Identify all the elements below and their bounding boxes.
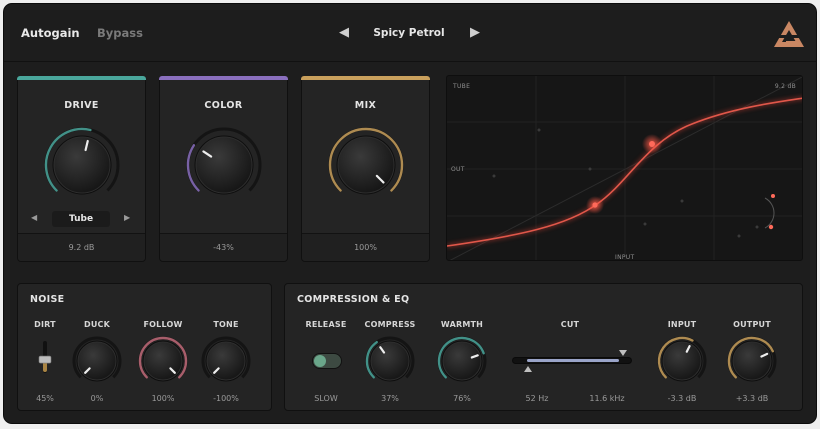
release-toggle[interactable] [312, 353, 342, 369]
duck-label: DUCK [83, 320, 110, 329]
autogain-button[interactable]: Autogain [21, 26, 80, 40]
warmth-knob[interactable] [435, 334, 489, 388]
mix-value: 100% [302, 233, 429, 261]
transfer-curve-graph [447, 76, 802, 260]
knob-body [206, 341, 246, 381]
transfer-curve-display[interactable]: TUBE 9.2 dB OUT INPUT [446, 75, 803, 261]
cut-label: CUT [560, 320, 580, 329]
noise-title: NOISE [30, 294, 65, 305]
next-preset-icon[interactable]: ▶ [470, 25, 480, 40]
output-value: +3.3 dB [735, 394, 769, 403]
drive-title: DRIVE [64, 100, 99, 111]
compress-value: 37% [381, 394, 399, 403]
release-toggle-thumb[interactable] [314, 355, 326, 367]
knob-body [732, 341, 772, 381]
mix-accent-bar [301, 76, 430, 80]
preset-name[interactable]: Spicy Petrol [350, 27, 468, 39]
cut-range-fill [527, 359, 619, 362]
knob-body [442, 341, 482, 381]
warmth-label: WARMTH [440, 320, 484, 329]
knob-body [370, 341, 410, 381]
duck-value: 0% [90, 394, 104, 403]
drive-accent-bar [17, 76, 146, 80]
bypass-button[interactable]: Bypass [97, 26, 143, 40]
output-knob[interactable] [725, 334, 779, 388]
compression-eq-title: COMPRESSION & EQ [297, 294, 410, 305]
drive-mode-selector[interactable]: ◀ Tube ▶ [28, 211, 134, 227]
knob-body [77, 341, 117, 381]
duck-knob[interactable] [70, 334, 124, 388]
header-bar: Autogain Bypass ◀ Spicy Petrol ▶ [4, 4, 816, 62]
tone-knob[interactable] [199, 334, 253, 388]
dirt-label: DIRT [34, 320, 56, 329]
color-value: -43% [160, 233, 287, 261]
dirt-value: 45% [36, 394, 54, 403]
cut-low-value: 52 Hz [525, 394, 549, 403]
dirt-slider[interactable] [38, 340, 52, 374]
mix-title: MIX [354, 100, 377, 111]
tone-value: -100% [213, 394, 239, 403]
drive-knob[interactable] [42, 125, 122, 205]
dirt-slider-thumb [38, 355, 52, 364]
drive-panel: DRIVE ◀ Tube ▶ 9.2 dB [17, 76, 146, 262]
plugin-window: Autogain Bypass ◀ Spicy Petrol ▶ DRIVE ◀… [3, 3, 817, 424]
output-label: OUTPUT [733, 320, 771, 329]
drive-mode-next-icon[interactable]: ▶ [124, 213, 130, 222]
cut-high-value: 11.6 kHz [589, 394, 625, 403]
knob-body [195, 136, 253, 194]
warmth-value: 76% [453, 394, 471, 403]
cut-high-handle-icon[interactable] [619, 350, 627, 356]
cut-low-handle-icon[interactable] [524, 366, 532, 372]
color-title: COLOR [204, 100, 243, 111]
mix-panel: MIX 100% [301, 76, 430, 262]
graph-input-label: INPUT [615, 254, 635, 261]
compress-knob[interactable] [363, 334, 417, 388]
follow-value: 100% [151, 394, 175, 403]
color-panel: COLOR -43% [159, 76, 288, 262]
knob-body [143, 341, 183, 381]
noise-panel: NOISE DIRT 45% DUCK 0% FOLLOW 100% TONE … [17, 283, 272, 411]
compression-eq-panel: COMPRESSION & EQ RELEASE SLOW COMPRESS 3… [284, 283, 803, 411]
tone-label: TONE [213, 320, 239, 329]
mix-knob[interactable] [326, 125, 406, 205]
cut-range-track[interactable] [512, 357, 632, 364]
input-value: -3.3 dB [667, 394, 697, 403]
graph-mode-label: TUBE [453, 83, 471, 90]
input-knob[interactable] [655, 334, 709, 388]
color-accent-bar [159, 76, 288, 80]
graph-out-label: OUT [451, 166, 465, 173]
color-knob[interactable] [184, 125, 264, 205]
release-label: RELEASE [305, 320, 347, 329]
knob-body [662, 341, 702, 381]
drive-mode-value[interactable]: Tube [52, 211, 110, 227]
drive-value: 9.2 dB [18, 233, 145, 261]
prev-preset-icon[interactable]: ◀ [339, 25, 349, 40]
input-label: INPUT [667, 320, 697, 329]
knob-body [53, 136, 111, 194]
brand-logo-icon [774, 21, 804, 47]
graph-gain-label: 9.2 dB [774, 83, 796, 90]
compress-label: COMPRESS [364, 320, 416, 329]
follow-knob[interactable] [136, 334, 190, 388]
drive-mode-prev-icon[interactable]: ◀ [31, 213, 37, 222]
knob-body [337, 136, 395, 194]
release-value: SLOW [314, 394, 338, 403]
follow-label: FOLLOW [143, 320, 183, 329]
